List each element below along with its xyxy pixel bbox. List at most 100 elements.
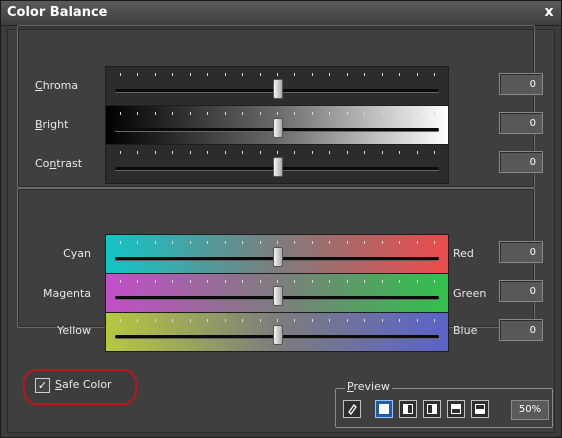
slider-tick — [207, 112, 209, 115]
slider-tick — [364, 319, 366, 322]
slider-tick — [154, 151, 156, 154]
slider-tick — [224, 241, 226, 244]
slider-tick — [346, 73, 348, 76]
slider-tick — [329, 241, 331, 244]
checkmark-icon[interactable]: ✓ — [35, 378, 50, 393]
preview-split-bottom-button[interactable] — [471, 400, 489, 418]
slider-tick — [189, 280, 191, 283]
safe-color-checkbox[interactable]: ✓ Safe Color — [23, 369, 137, 405]
slider-tick — [137, 112, 139, 115]
slider-tick — [120, 241, 121, 244]
slider-tick — [137, 73, 139, 76]
slider-tick — [364, 73, 366, 76]
slider-tick — [364, 241, 366, 244]
slider-tick — [329, 319, 331, 322]
contrast-value-field[interactable]: 0 — [499, 151, 543, 173]
magenta-green-slider[interactable] — [105, 273, 449, 313]
slider-tick — [311, 319, 313, 322]
preview-zoom-field[interactable]: 50% — [511, 400, 549, 420]
eraser-icon — [348, 403, 357, 416]
slider-tick — [137, 241, 139, 244]
slider-ticks — [120, 280, 435, 284]
slider-tick — [434, 151, 435, 154]
slider-tick — [364, 112, 366, 115]
slider-thumb[interactable] — [273, 157, 283, 177]
slider-tick — [381, 112, 383, 115]
slider-ticks — [120, 112, 435, 116]
slider-ticks — [120, 151, 435, 155]
slider-thumb[interactable] — [273, 325, 283, 345]
split-top-icon — [451, 404, 461, 414]
chroma-slider[interactable] — [105, 66, 449, 106]
slider-tick — [172, 73, 174, 76]
slider-ticks — [120, 73, 435, 77]
slider-tick — [137, 151, 139, 154]
slider-tick — [294, 73, 296, 76]
preview-split-left-button[interactable] — [399, 400, 417, 418]
slider-tick — [434, 319, 435, 322]
slider-ticks — [120, 319, 435, 323]
cyan-red-value-field[interactable]: 0 — [499, 241, 543, 263]
slider-tick — [381, 319, 383, 322]
yellow-blue-slider[interactable] — [105, 312, 449, 352]
slider-tick — [224, 112, 226, 115]
slider-tick — [399, 319, 401, 322]
slider-tick — [120, 112, 121, 115]
split-right-icon — [427, 404, 437, 414]
slider-tick — [154, 280, 156, 283]
slider-tick — [434, 112, 435, 115]
slider-tick — [399, 151, 401, 154]
slider-thumb[interactable] — [273, 118, 283, 138]
slider-tick — [329, 73, 331, 76]
slider-tick — [242, 151, 244, 154]
green-label: Green — [453, 287, 487, 300]
slider-tick — [189, 151, 191, 154]
preview-split-top-button[interactable] — [447, 400, 465, 418]
close-icon[interactable]: x — [541, 4, 557, 20]
bright-value-field[interactable]: 0 — [499, 112, 543, 134]
preview-full-button[interactable] — [375, 400, 393, 418]
cyan-red-slider[interactable] — [105, 234, 449, 274]
slider-thumb[interactable] — [273, 286, 283, 306]
slider-tick — [311, 73, 313, 76]
title-bar: Color Balance x — [1, 1, 561, 26]
slider-tick — [154, 73, 156, 76]
slider-tick — [189, 73, 191, 76]
slider-tick — [346, 319, 348, 322]
slider-tick — [329, 280, 331, 283]
bright-label: Bright — [35, 118, 69, 131]
slider-tick — [416, 151, 418, 154]
split-bottom-icon — [475, 404, 485, 414]
slider-tick — [259, 280, 261, 283]
slider-tick — [381, 73, 383, 76]
slider-tick — [207, 280, 209, 283]
slider-tick — [294, 241, 296, 244]
slider-tick — [329, 151, 331, 154]
slider-tick — [434, 280, 435, 283]
slider-tick — [224, 280, 226, 283]
slider-tick — [416, 280, 418, 283]
magenta-green-value-field[interactable]: 0 — [499, 280, 543, 302]
slider-tick — [346, 112, 348, 115]
slider-thumb[interactable] — [273, 247, 283, 267]
slider-tick — [172, 241, 174, 244]
bright-slider[interactable] — [105, 105, 449, 145]
slider-tick — [434, 73, 435, 76]
slider-tick — [172, 280, 174, 283]
yellow-blue-value-field[interactable]: 0 — [499, 319, 543, 341]
slider-tick — [399, 73, 401, 76]
slider-thumb[interactable] — [273, 79, 283, 99]
dialog-title: Color Balance — [7, 5, 108, 20]
slider-tick — [416, 73, 418, 76]
eraser-button[interactable] — [343, 400, 361, 418]
slider-tick — [137, 280, 139, 283]
chroma-value-field[interactable]: 0 — [499, 73, 543, 95]
slider-tick — [381, 151, 383, 154]
contrast-slider[interactable] — [105, 144, 449, 184]
slider-tick — [137, 319, 139, 322]
slider-tick — [277, 73, 278, 76]
preview-label: Preview — [345, 380, 392, 393]
slider-tick — [259, 241, 261, 244]
slider-tick — [381, 241, 383, 244]
preview-split-right-button[interactable] — [423, 400, 441, 418]
